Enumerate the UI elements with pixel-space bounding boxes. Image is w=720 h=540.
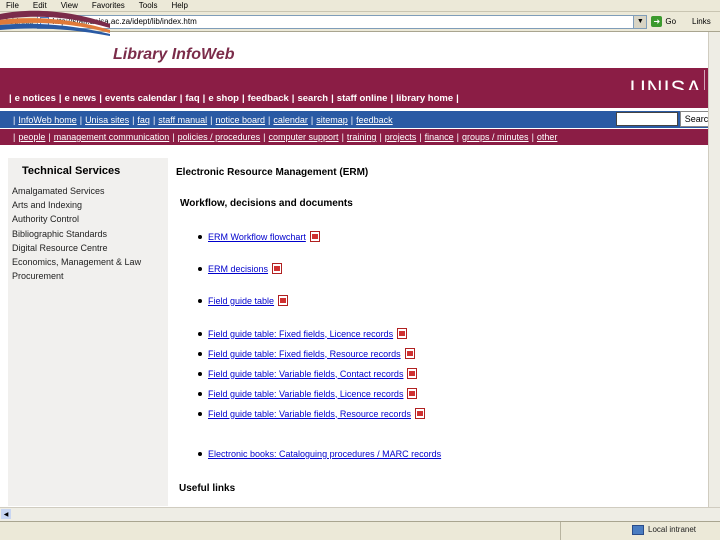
sub-nav-notice-board[interactable]: notice board xyxy=(216,115,266,125)
page-title: Electronic Resource Management (ERM) xyxy=(176,167,369,178)
topic-nav: | people | management communication | polic… xyxy=(0,129,720,145)
sidebar-item-arts-indexing[interactable]: Arts and Indexing xyxy=(12,198,141,212)
pdf-icon[interactable] xyxy=(309,231,320,242)
doc-link-electronic-books[interactable]: Electronic books: Cataloguing procedures… xyxy=(208,449,441,459)
sidebar-item-bibliographic-standards[interactable]: Bibliographic Standards xyxy=(12,227,141,241)
main-nav: | e notices | e news | events calendar | faq… xyxy=(0,90,720,106)
topic-projects[interactable]: projects xyxy=(385,132,417,142)
list-item: ERM decisions xyxy=(198,263,283,274)
horizontal-scrollbar[interactable] xyxy=(0,507,720,521)
topic-management-communication[interactable]: management communication xyxy=(54,132,170,142)
list-item: ERM Workflow flowchart xyxy=(198,231,320,242)
list-item: Field guide table: Variable fields, Lice… xyxy=(198,388,418,399)
sub-nav-infoweb-home[interactable]: InfoWeb home xyxy=(18,115,76,125)
sidebar-item-economics-management-law[interactable]: Economics, Management & Law xyxy=(12,255,141,269)
topic-policies-procedures[interactable]: policies / procedures xyxy=(178,132,261,142)
nav-search[interactable]: search xyxy=(297,93,328,104)
sidebar-item-procurement[interactable]: Procurement xyxy=(12,269,141,283)
status-zone-text: Local intranet xyxy=(648,525,697,534)
doc-link-field-guide-table[interactable]: Field guide table xyxy=(208,296,274,306)
sub-nav-feedback[interactable]: feedback xyxy=(356,115,393,125)
bullet-icon xyxy=(198,266,202,271)
doc-link-erm-workflow[interactable]: ERM Workflow flowchart xyxy=(208,232,306,242)
list-item: Field guide table: Fixed fields, Resourc… xyxy=(198,348,415,359)
section-heading: Workflow, decisions and documents xyxy=(180,198,353,209)
list-item: Field guide table xyxy=(198,295,289,306)
pdf-icon[interactable] xyxy=(397,328,408,339)
doc-link-variable-contact[interactable]: Field guide table: Variable fields, Cont… xyxy=(208,369,403,379)
list-item: Electronic books: Cataloguing procedures… xyxy=(198,449,441,459)
doc-link-erm-decisions[interactable]: ERM decisions xyxy=(208,264,268,274)
nav-e-shop[interactable]: e shop xyxy=(208,93,239,104)
intranet-zone-icon xyxy=(632,525,644,535)
pdf-icon[interactable] xyxy=(407,368,418,379)
status-bar xyxy=(0,521,720,540)
pdf-icon[interactable] xyxy=(272,263,283,274)
links-label[interactable]: Links xyxy=(692,17,711,26)
bullet-icon xyxy=(198,351,202,356)
pdf-icon[interactable] xyxy=(407,388,418,399)
status-divider xyxy=(560,522,561,540)
topic-training[interactable]: training xyxy=(347,132,377,142)
sub-nav-unisa-sites[interactable]: Unisa sites xyxy=(85,115,129,125)
sub-nav-staff-manual[interactable]: staff manual xyxy=(158,115,207,125)
banner-top xyxy=(0,32,720,72)
sidebar-item-amalgamated-services[interactable]: Amalgamated Services xyxy=(12,184,141,198)
scroll-left-icon[interactable]: ◀ xyxy=(1,509,11,519)
nav-e-news[interactable]: e news xyxy=(65,93,97,104)
bullet-icon xyxy=(198,298,202,303)
nav-library-home[interactable]: library home xyxy=(396,93,453,104)
bullet-icon xyxy=(198,391,202,396)
list-item: Field guide table: Variable fields, Cont… xyxy=(198,368,418,379)
address-input[interactable]: http://staff.unisa.ac.za/idept/lib/index… xyxy=(37,14,648,29)
sidebar-title: Technical Services xyxy=(22,165,121,177)
site-title: Library InfoWeb xyxy=(113,46,235,63)
pdf-icon[interactable] xyxy=(414,408,425,419)
sidebar-list: Amalgamated Services Arts and Indexing A… xyxy=(12,184,141,283)
nav-events-calendar[interactable]: events calendar xyxy=(105,93,177,104)
pdf-icon[interactable] xyxy=(278,295,289,306)
sub-nav-sitemap[interactable]: sitemap xyxy=(316,115,348,125)
menu-help[interactable]: Help xyxy=(171,1,187,10)
go-button[interactable]: ➜ Go xyxy=(651,16,676,27)
doc-link-variable-licence[interactable]: Field guide table: Variable fields, Lice… xyxy=(208,389,403,399)
topic-finance[interactable]: finance xyxy=(425,132,454,142)
pdf-icon[interactable] xyxy=(404,348,415,359)
swoosh-logo-icon xyxy=(0,10,110,36)
topic-other[interactable]: other xyxy=(537,132,558,142)
sidebar-item-authority-control[interactable]: Authority Control xyxy=(12,212,141,226)
sub-nav: | InfoWeb home | Unisa sites | faq | staff m… xyxy=(0,111,720,128)
doc-link-fixed-licence[interactable]: Field guide table: Fixed fields, Licence… xyxy=(208,329,393,339)
bullet-icon xyxy=(198,234,202,239)
topic-people[interactable]: people xyxy=(18,132,45,142)
bullet-icon xyxy=(198,331,202,336)
doc-link-variable-resource[interactable]: Field guide table: Variable fields, Reso… xyxy=(208,409,411,419)
nav-faq[interactable]: faq xyxy=(185,93,199,104)
nav-e-notices[interactable]: e notices xyxy=(15,93,56,104)
sidebar-item-digital-resource-centre[interactable]: Digital Resource Centre xyxy=(12,241,141,255)
vertical-scrollbar[interactable] xyxy=(708,32,720,507)
bullet-icon xyxy=(198,411,202,416)
go-arrow-icon: ➜ xyxy=(651,16,663,27)
sub-nav-faq[interactable]: faq xyxy=(137,115,150,125)
bullet-icon xyxy=(198,371,202,376)
menu-tools[interactable]: Tools xyxy=(139,1,158,10)
topic-computer-support[interactable]: computer support xyxy=(269,132,339,142)
useful-links-heading: Useful links xyxy=(179,483,236,494)
bullet-icon xyxy=(198,452,202,456)
topic-groups-minutes[interactable]: groups / minutes xyxy=(462,132,529,142)
list-item: Field guide table: Fixed fields, Licence… xyxy=(198,328,408,339)
nav-staff-online[interactable]: staff online xyxy=(337,93,388,104)
doc-link-fixed-resource[interactable]: Field guide table: Fixed fields, Resourc… xyxy=(208,349,401,359)
go-label: Go xyxy=(665,17,677,26)
list-item: Field guide table: Variable fields, Reso… xyxy=(198,408,425,419)
nav-feedback[interactable]: feedback xyxy=(248,93,289,104)
search-input[interactable] xyxy=(616,112,678,126)
sub-nav-calendar[interactable]: calendar xyxy=(273,115,308,125)
address-dropdown-icon[interactable]: ▼ xyxy=(633,15,647,28)
